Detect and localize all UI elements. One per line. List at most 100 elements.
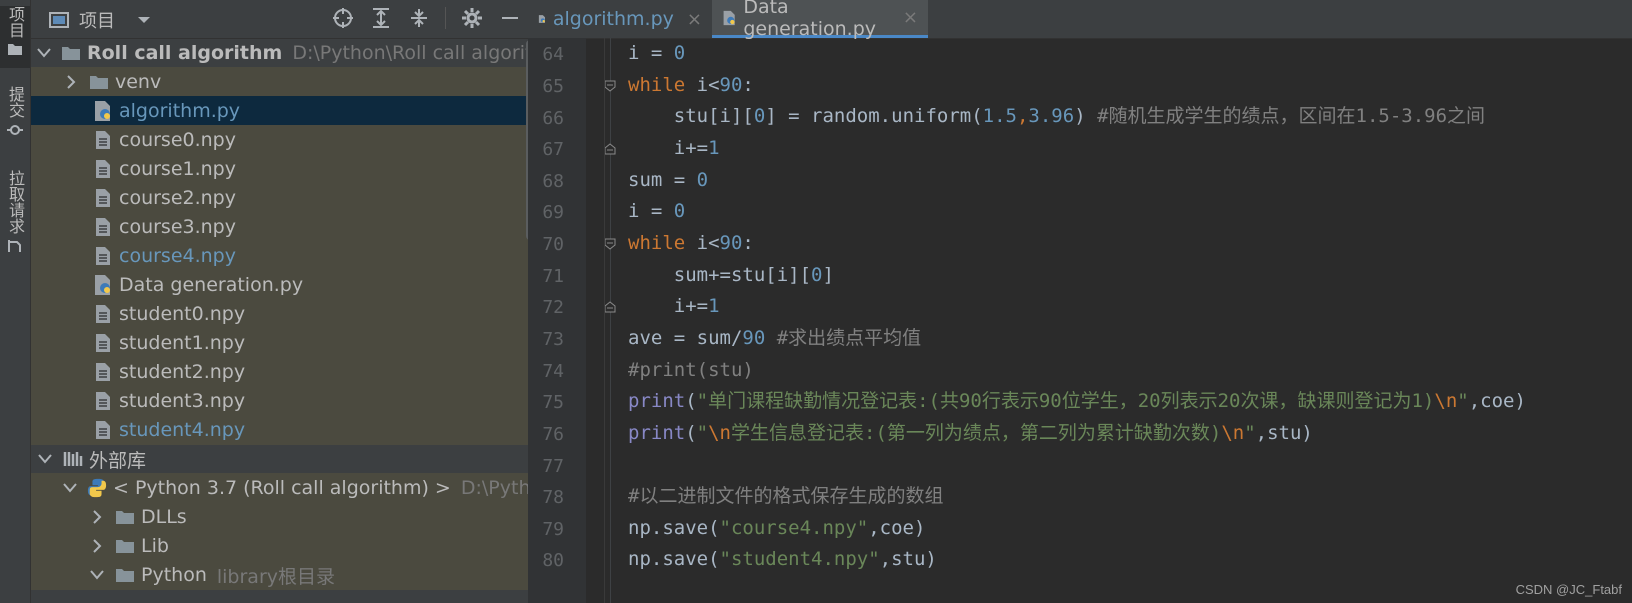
chevron-right-icon[interactable] (89, 539, 105, 553)
file-icon (93, 303, 113, 325)
expand-all-button[interactable] (369, 6, 393, 30)
tree-row-student4[interactable]: student4.npy (31, 415, 528, 445)
tree-path: D:\Python\ (460, 477, 528, 499)
tab-label: Data generation.py (743, 0, 877, 40)
file-icon (93, 216, 113, 238)
collapse-all-button[interactable] (407, 6, 431, 30)
tool-window-strip: 项目 提交 拉取请求 (0, 0, 31, 603)
code-line-68: sum = 0 (628, 169, 709, 191)
crosshair-icon (333, 8, 353, 28)
pull-requests-tool-tab[interactable]: 拉取请求 (0, 170, 30, 262)
tab-data-generation-py[interactable]: Data generation.py × (712, 0, 928, 40)
tree-row-course4[interactable]: course4.npy (31, 241, 528, 271)
folder-icon (89, 71, 109, 93)
tab-algorithm-py[interactable]: algorithm.py × (528, 0, 712, 38)
code-line-70: while i<90: (628, 232, 754, 254)
project-tool-tab-label: 项目 (6, 6, 25, 38)
tree-row-course0[interactable]: course0.npy (31, 125, 528, 155)
commit-icon (7, 125, 23, 135)
python-file-icon (93, 100, 113, 122)
code-line-76: print("\n学生信息登记表:(第一列为绩点，第二列为累计缺勤次数)\n",… (628, 422, 1313, 444)
gear-icon (462, 8, 482, 28)
tree-row-algorithm-py[interactable]: algorithm.py (31, 96, 528, 126)
locate-file-button[interactable] (331, 6, 355, 30)
chevron-right-icon[interactable] (89, 510, 105, 524)
code-area[interactable]: i = 0 while i<90: stu[i][0] = random.uni… (528, 38, 1632, 603)
chevron-down-icon[interactable] (63, 483, 77, 493)
tree-label: course1.npy (119, 158, 236, 180)
tree-row-student1[interactable]: student1.npy (31, 328, 528, 358)
tree-row-course3[interactable]: course3.npy (31, 212, 528, 242)
tree-label: student2.npy (119, 361, 246, 383)
tree-row-student0[interactable]: student0.npy (31, 299, 528, 329)
close-tab-icon[interactable]: × (687, 9, 702, 30)
code-line-65: while i<90: (628, 74, 754, 96)
tree-row-student2[interactable]: student2.npy (31, 357, 528, 387)
close-tab-icon[interactable]: × (903, 7, 918, 28)
tree-row-student3[interactable]: student3.npy (31, 386, 528, 416)
file-icon (93, 187, 113, 209)
code-line-80: np.save("student4.npy",stu) (628, 548, 937, 570)
tree-row-python-library[interactable]: Python library根目录 (31, 560, 528, 590)
code-line-72: i+=1 (628, 295, 720, 317)
tree-label: student0.npy (119, 303, 246, 325)
chevron-down-icon[interactable] (37, 454, 53, 464)
tree-label: < Python 3.7 (Roll call algorithm) > (113, 477, 451, 499)
tree-row-dlls[interactable]: DLLs (31, 502, 528, 532)
chevron-right-icon[interactable] (63, 75, 79, 89)
tree-row-external-libraries[interactable]: 外部库 (31, 444, 528, 474)
code-line-67: i+=1 (628, 137, 720, 159)
folder-icon (115, 506, 135, 528)
python-icon (87, 477, 107, 499)
project-view-selector[interactable]: 项目 (49, 7, 151, 33)
project-view-title: 项目 (79, 11, 115, 32)
python-file-icon (538, 15, 545, 23)
toolbar-divider (445, 7, 446, 29)
tree-path: D:\Python\Roll call algorithm (292, 42, 528, 64)
commit-tool-tab-label: 提交 (6, 86, 25, 118)
folder-icon (61, 42, 81, 64)
tree-label: student4.npy (119, 419, 246, 441)
file-icon (93, 332, 113, 354)
code-line-79: np.save("course4.npy",coe) (628, 517, 926, 539)
tree-label: Python (141, 564, 207, 586)
library-icon (63, 448, 83, 470)
expand-all-icon (373, 8, 389, 28)
chevron-down-icon[interactable] (89, 570, 105, 580)
tree-label: student3.npy (119, 390, 246, 412)
commit-tool-tab[interactable]: 提交 (0, 86, 30, 148)
project-toolbar-actions (331, 6, 522, 30)
tree-row-course1[interactable]: course1.npy (31, 154, 528, 184)
editor: algorithm.py × Data generation.py × 64 6… (528, 0, 1632, 603)
project-toolbar: 项目 (31, 0, 528, 39)
chevron-down-icon (138, 17, 150, 23)
tree-row-data-generation[interactable]: Data generation.py (31, 270, 528, 300)
tree-row-python-sdk[interactable]: < Python 3.7 (Roll call algorithm) > D:\… (31, 473, 528, 503)
tree-row-lib[interactable]: Lib (31, 531, 528, 561)
tree-label: course3.npy (119, 216, 236, 238)
tree-label: course2.npy (119, 187, 236, 209)
tree-label: Lib (141, 535, 169, 557)
tree-label: venv (115, 71, 162, 93)
file-icon (93, 419, 113, 441)
chevron-down-icon[interactable] (37, 48, 51, 58)
hide-panel-button[interactable] (498, 6, 522, 30)
pull-requests-tool-tab-label: 拉取请求 (6, 170, 25, 234)
tree-row-root[interactable]: Roll call algorithm D:\Python\Roll call … (31, 38, 528, 68)
file-icon (93, 245, 113, 267)
code-line-69: i = 0 (628, 200, 686, 222)
tree-row-course2[interactable]: course2.npy (31, 183, 528, 213)
code-line-64: i = 0 (628, 42, 686, 64)
settings-button[interactable] (460, 6, 484, 30)
tree-row-venv[interactable]: venv (31, 67, 528, 97)
file-icon (93, 129, 113, 151)
code-line-71: sum+=stu[i][0] (628, 264, 834, 286)
tree-label: Roll call algorithm (87, 42, 283, 64)
folder-icon (115, 564, 135, 586)
editor-tabs: algorithm.py × Data generation.py × (528, 0, 1632, 40)
project-tool-tab[interactable]: 项目 (0, 6, 30, 68)
file-icon (93, 390, 113, 412)
python-file-icon (93, 274, 113, 296)
code-line-75: print("单门课程缺勤情况登记表:(共90行表示90位学生，20列表示20次… (628, 390, 1526, 412)
tree-label: algorithm.py (119, 100, 241, 122)
